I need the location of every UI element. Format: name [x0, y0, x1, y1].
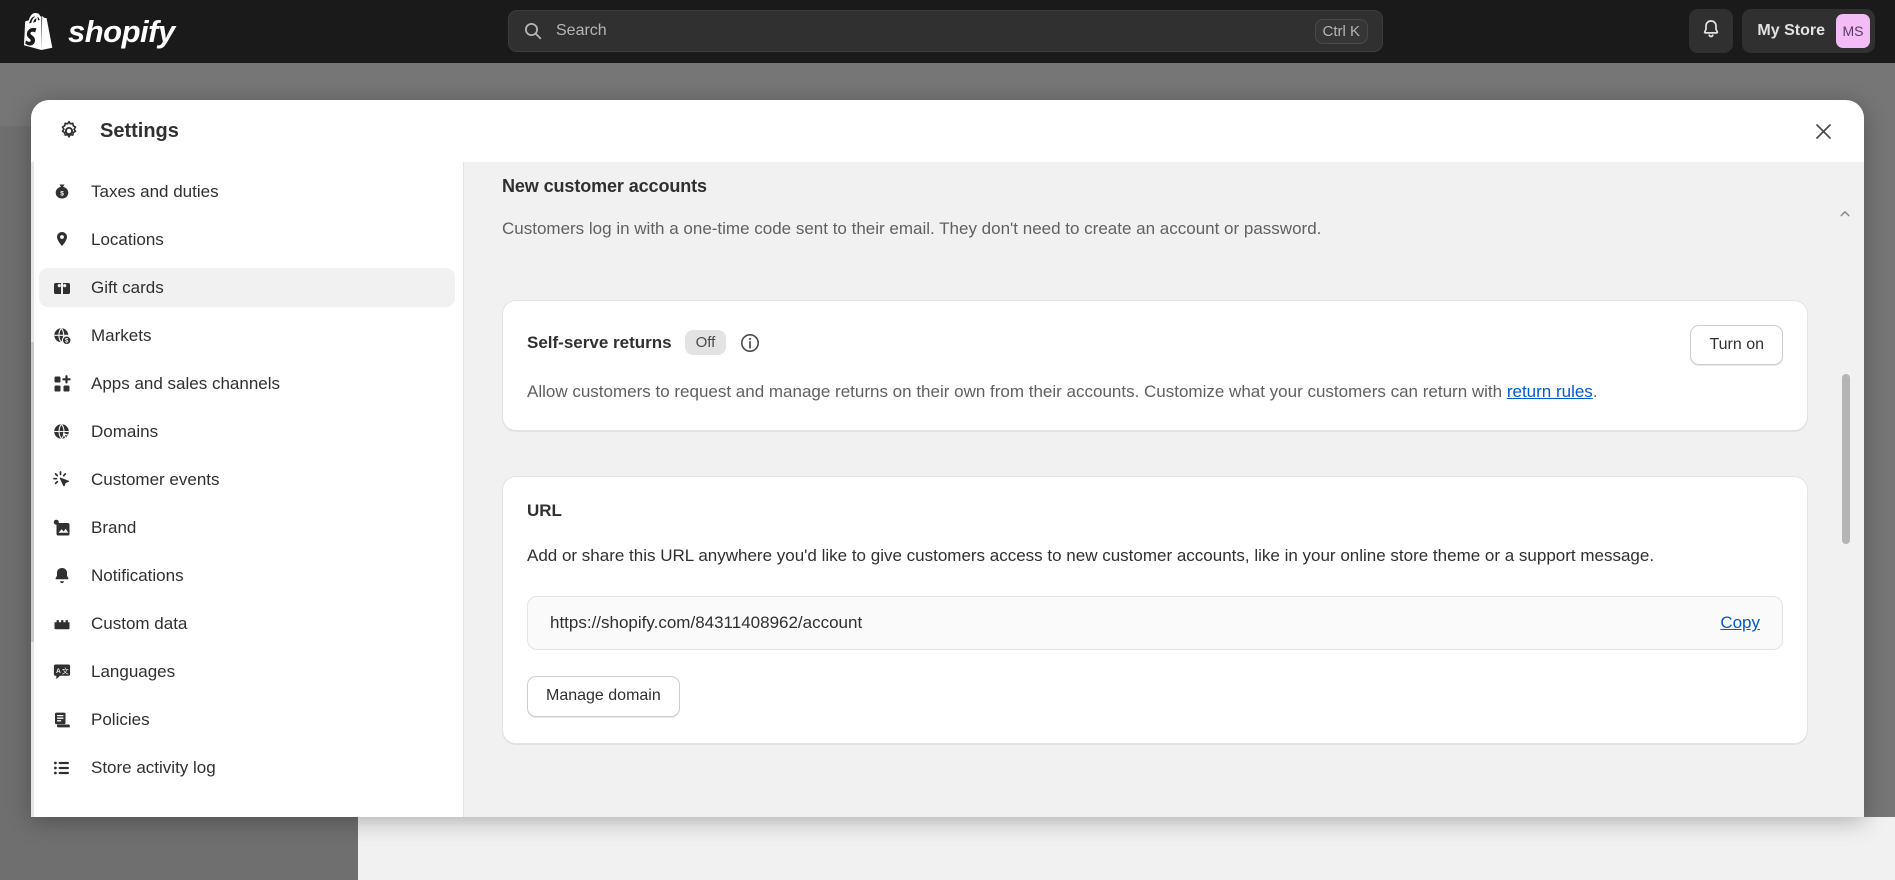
sidebar-item-gift-cards[interactable]: Gift cards: [39, 268, 455, 307]
sidebar-item-notifications[interactable]: Notifications: [39, 556, 455, 595]
page-title: Settings: [100, 119, 179, 142]
search-icon: [523, 21, 543, 41]
search-input[interactable]: Search Ctrl K: [508, 10, 1383, 52]
database-icon: [51, 613, 73, 635]
notifications-button[interactable]: [1689, 9, 1734, 53]
location-pin-icon: [51, 229, 73, 251]
sidebar-item-apps-and-sales-channels[interactable]: Apps and sales channels: [39, 364, 455, 403]
sidebar-item-policies[interactable]: Policies: [39, 700, 455, 739]
globe-cursor-icon: [51, 421, 73, 443]
content-scrollbar-track[interactable]: [1842, 162, 1850, 817]
gift-card-icon: [51, 277, 73, 299]
list-icon: [51, 757, 73, 779]
image-icon: [51, 517, 73, 539]
sidebar-scrollbar-thumb[interactable]: [31, 342, 34, 642]
copy-button[interactable]: Copy: [1720, 613, 1760, 633]
sidebar-item-domains[interactable]: Domains: [39, 412, 455, 451]
topbar-actions: My Store MS: [1689, 9, 1875, 53]
sidebar-item-locations[interactable]: Locations: [39, 220, 455, 259]
search-placeholder: Search: [556, 22, 607, 39]
sidebar-item-label: Notifications: [91, 565, 184, 585]
settings-sidebar: $ Taxes and duties Locations Gift cards …: [31, 162, 464, 817]
shopify-logo[interactable]: shopify: [24, 12, 175, 51]
shopify-wordmark: shopify: [68, 14, 175, 49]
click-burst-icon: [51, 469, 73, 491]
sidebar-item-brand[interactable]: Brand: [39, 508, 455, 547]
sidebar-item-label: Taxes and duties: [91, 181, 219, 201]
url-value: https://shopify.com/84311408962/account: [550, 613, 863, 633]
settings-modal-header: Settings: [31, 100, 1864, 162]
returns-description-text: Allow customers to request and manage re…: [527, 382, 1507, 402]
url-card: URL Add or share this URL anywhere you'd…: [502, 476, 1808, 744]
sidebar-item-label: Customer events: [91, 469, 220, 489]
return-rules-link[interactable]: return rules: [1507, 382, 1593, 401]
content-scrollbar-thumb[interactable]: [1842, 374, 1850, 544]
sidebar-item-label: Markets: [91, 325, 152, 345]
self-serve-returns-title: Self-serve returns: [527, 332, 672, 352]
sidebar-item-label: Locations: [91, 229, 164, 249]
settings-content-panel: New customer accounts Customers log in w…: [464, 162, 1864, 817]
sidebar-item-label: Policies: [91, 709, 150, 729]
sidebar-item-customer-events[interactable]: Customer events: [39, 460, 455, 499]
close-icon[interactable]: [1806, 114, 1840, 148]
policy-doc-icon: [51, 709, 73, 731]
search-shortcut-hint: Ctrl K: [1314, 18, 1368, 44]
manage-domain-button[interactable]: Manage domain: [527, 676, 680, 717]
svg-text:A: A: [56, 668, 61, 675]
shopify-bag-icon: [24, 12, 58, 51]
url-card-description: Add or share this URL anywhere you'd lik…: [527, 546, 1655, 566]
self-serve-returns-card: Self-serve returns Off Turn on Allow cus…: [502, 299, 1808, 432]
sidebar-item-taxes-and-duties[interactable]: $ Taxes and duties: [39, 172, 455, 211]
url-readonly-field[interactable]: https://shopify.com/84311408962/account …: [527, 596, 1783, 651]
sidebar-item-label: Domains: [91, 421, 159, 441]
section-description: Customers log in with a one-time code se…: [502, 219, 1322, 238]
apps-plus-icon: [51, 373, 73, 395]
url-card-title: URL: [527, 501, 562, 521]
svg-text:$: $: [60, 190, 64, 197]
sidebar-item-label: Custom data: [91, 613, 188, 633]
sidebar-item-label: Apps and sales channels: [91, 373, 281, 393]
translate-icon: A文: [51, 661, 73, 683]
money-bag-icon: $: [51, 181, 73, 203]
top-navigation-bar: shopify Search Ctrl K My Store MS: [0, 0, 1895, 63]
sidebar-item-store-activity-log[interactable]: Store activity log: [39, 748, 455, 787]
bell-icon: [51, 565, 73, 587]
svg-text:文: 文: [62, 666, 69, 675]
globe-dollar-icon: $: [51, 325, 73, 347]
store-name-label: My Store: [1757, 22, 1825, 39]
sidebar-item-languages[interactable]: A文 Languages: [39, 652, 455, 691]
section-heading: New customer accounts: [502, 176, 707, 196]
sidebar-scrollbar-track[interactable]: [31, 162, 34, 817]
self-serve-returns-description: Allow customers to request and manage re…: [527, 379, 1742, 404]
sidebar-item-label: Brand: [91, 517, 137, 537]
turn-on-button[interactable]: Turn on: [1690, 324, 1783, 366]
info-circle-icon[interactable]: [739, 332, 761, 354]
sidebar-item-label: Gift cards: [91, 277, 164, 297]
returns-description-tail: .: [1592, 382, 1598, 402]
bell-icon: [1700, 18, 1722, 45]
sidebar-item-label: Store activity log: [91, 757, 216, 777]
settings-modal-body: $ Taxes and duties Locations Gift cards …: [31, 162, 1864, 817]
settings-modal: Settings $ Taxes and duties Locations Gi…: [31, 100, 1864, 817]
sidebar-item-custom-data[interactable]: Custom data: [39, 604, 455, 643]
gear-icon: [57, 119, 81, 143]
avatar: MS: [1836, 14, 1870, 48]
store-account-button[interactable]: My Store MS: [1742, 9, 1875, 53]
status-badge: Off: [684, 329, 727, 356]
sidebar-item-markets[interactable]: $ Markets: [39, 316, 455, 355]
sidebar-item-label: Languages: [91, 661, 176, 681]
